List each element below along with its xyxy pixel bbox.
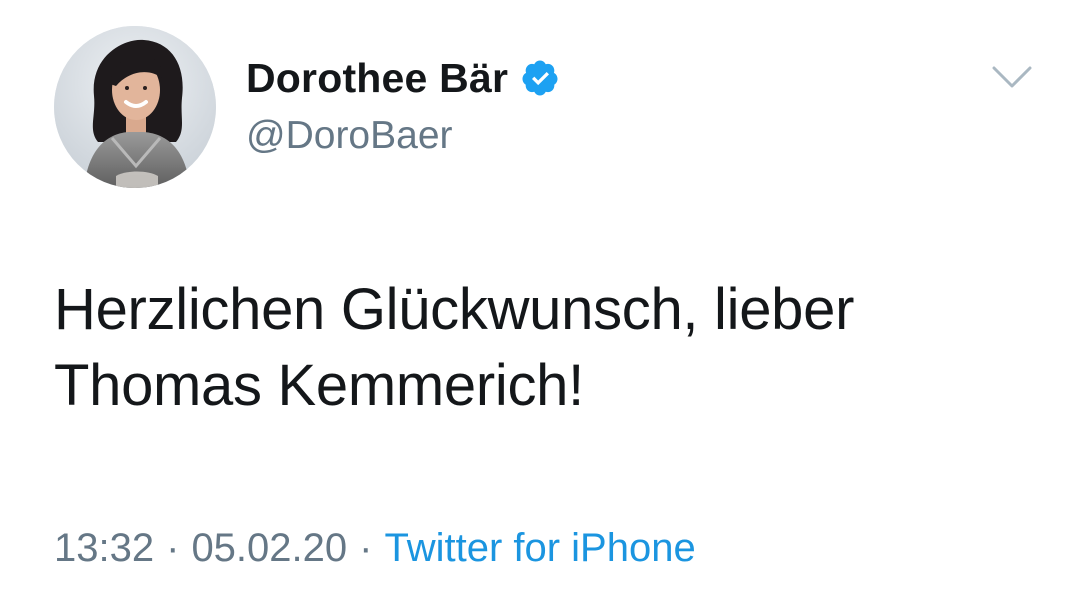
chevron-down-icon[interactable] <box>990 62 1034 92</box>
author-handle[interactable]: @DoroBaer <box>246 114 453 158</box>
tweet-source-link[interactable]: Twitter for iPhone <box>384 526 695 570</box>
avatar[interactable] <box>54 26 216 188</box>
tweet-date[interactable]: 05.02.20 <box>191 526 347 570</box>
profile-photo-icon <box>54 26 216 188</box>
verified-badge-icon <box>520 58 560 98</box>
meta-separator: · <box>359 526 373 570</box>
meta-separator: · <box>166 526 180 570</box>
tweet-text: Herzlichen Glückwunsch, lieber Thomas Ke… <box>54 277 855 418</box>
tweet-time[interactable]: 13:32 <box>54 526 154 570</box>
author-display-name[interactable]: Dorothee Bär <box>246 55 508 102</box>
author-name-row: Dorothee Bär <box>246 54 560 102</box>
tweet-card: Dorothee Bär @DoroBaer Herzlichen Glückw… <box>0 0 1079 602</box>
tweet-meta: 13:32 · 05.02.20 · Twitter for iPhone <box>54 526 696 571</box>
